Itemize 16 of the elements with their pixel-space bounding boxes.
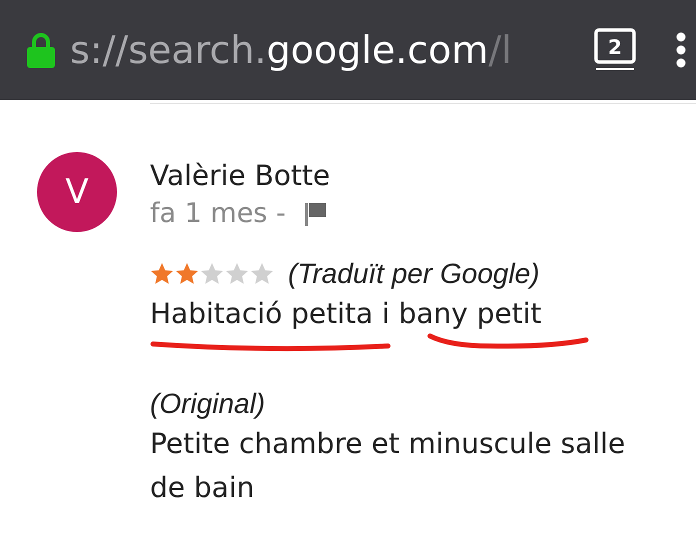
menu-icon[interactable] bbox=[676, 32, 686, 68]
original-label: (Original) bbox=[150, 387, 266, 421]
star-icon bbox=[175, 262, 199, 286]
translation-note: (Traduït per Google) bbox=[288, 257, 540, 291]
original-review-text: Petite chambre et minuscule salle de bain bbox=[150, 426, 626, 506]
star-icon bbox=[150, 262, 174, 286]
author-name: Valèrie Botte bbox=[150, 158, 330, 194]
review-time: fa 1 mes - bbox=[150, 197, 286, 231]
star-icon bbox=[200, 262, 224, 286]
address-bar-url[interactable]: s://search.google.com/l bbox=[70, 28, 570, 72]
star-icon bbox=[250, 262, 274, 286]
avatar: V bbox=[37, 152, 117, 232]
flag-icon[interactable] bbox=[304, 201, 328, 227]
lock-icon bbox=[26, 31, 56, 69]
translated-review-text: Habitació petita i bany petit bbox=[150, 296, 542, 332]
star-icon bbox=[225, 262, 249, 286]
